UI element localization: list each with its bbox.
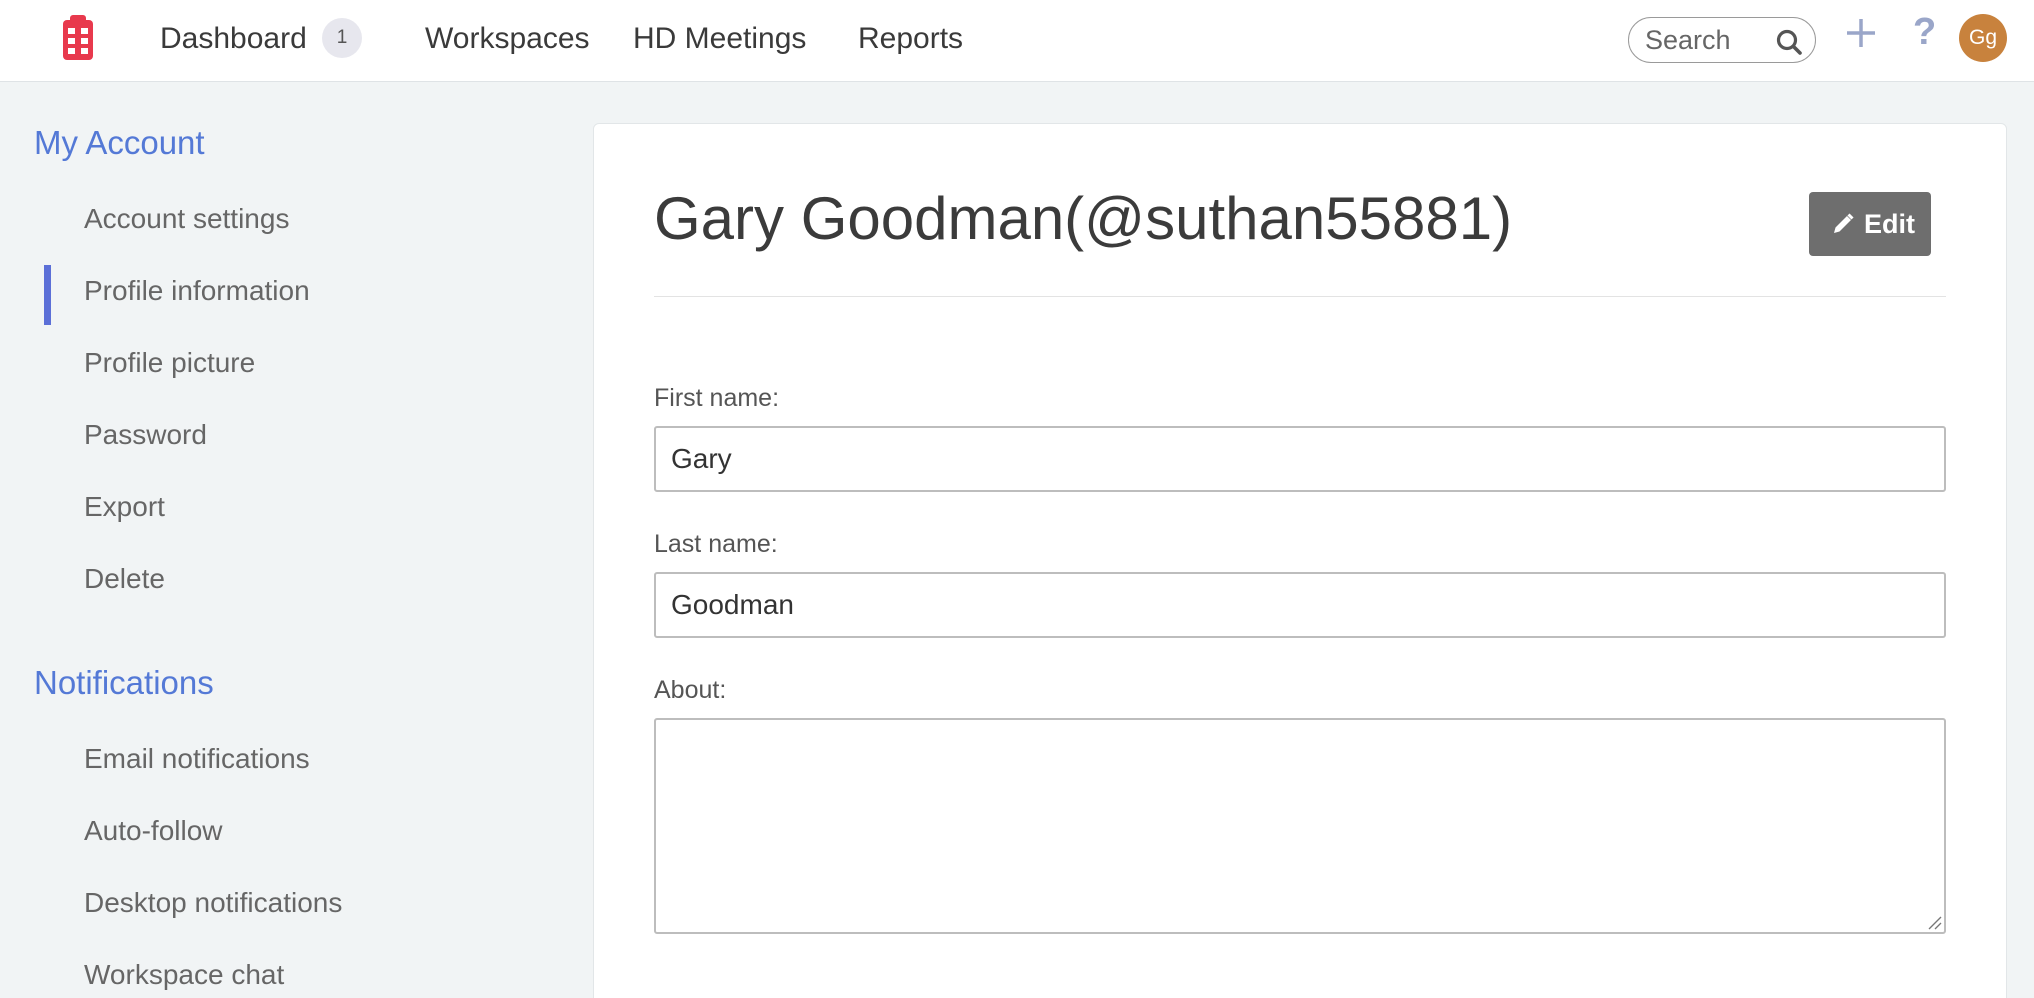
sidebar-item-workspace-chat[interactable]: Workspace chat: [84, 959, 284, 991]
help-icon[interactable]: ?: [1913, 10, 1936, 54]
last-name-field[interactable]: [654, 572, 1946, 638]
nav-hd-meetings[interactable]: HD Meetings: [633, 17, 806, 61]
pencil-icon: [1834, 213, 1854, 233]
edit-button-label: Edit: [1864, 209, 1915, 239]
title-divider: [654, 296, 1946, 297]
sidebar-item-profile-picture[interactable]: Profile picture: [84, 347, 255, 379]
search-icon[interactable]: [1775, 28, 1803, 56]
section-my-account[interactable]: My Account: [34, 124, 205, 162]
about-label: About:: [654, 676, 727, 704]
sidebar-item-desktop-notifications[interactable]: Desktop notifications: [84, 887, 342, 919]
active-item-indicator: [44, 265, 51, 325]
search-box: [1628, 17, 1816, 63]
plus-icon[interactable]: [1843, 15, 1879, 51]
sidebar-item-profile-information[interactable]: Profile information: [84, 275, 310, 307]
sidebar-item-auto-follow[interactable]: Auto-follow: [84, 815, 223, 847]
first-name-label: First name:: [654, 384, 780, 412]
sidebar-item-email-notifications[interactable]: Email notifications: [84, 743, 310, 775]
edit-button[interactable]: Edit: [1809, 192, 1931, 256]
sidebar: My Account Account settings Profile info…: [0, 83, 560, 998]
about-field[interactable]: [654, 718, 1946, 934]
nav-workspaces[interactable]: Workspaces: [425, 17, 590, 61]
last-name-label: Last name:: [654, 530, 778, 558]
sidebar-item-account-settings[interactable]: Account settings: [84, 203, 289, 235]
section-notifications[interactable]: Notifications: [34, 664, 214, 702]
sidebar-item-export[interactable]: Export: [84, 491, 165, 523]
top-nav-bar: Dashboard 1 Workspaces HD Meetings Repor…: [0, 0, 2034, 82]
avatar[interactable]: Gg: [1959, 14, 2007, 62]
resize-handle-icon[interactable]: [1926, 914, 1942, 930]
search-input[interactable]: [1645, 24, 1765, 56]
first-name-field[interactable]: [654, 426, 1946, 492]
page-title: Gary Goodman(@suthan55881): [654, 185, 1513, 252]
profile-card: Gary Goodman(@suthan55881) Edit First na…: [593, 123, 2007, 998]
nav-reports[interactable]: Reports: [858, 17, 963, 61]
logo-icon[interactable]: [61, 14, 95, 62]
dashboard-count-badge: 1: [322, 18, 362, 58]
sidebar-item-delete[interactable]: Delete: [84, 563, 165, 595]
nav-dashboard[interactable]: Dashboard: [160, 17, 307, 61]
sidebar-item-password[interactable]: Password: [84, 419, 207, 451]
